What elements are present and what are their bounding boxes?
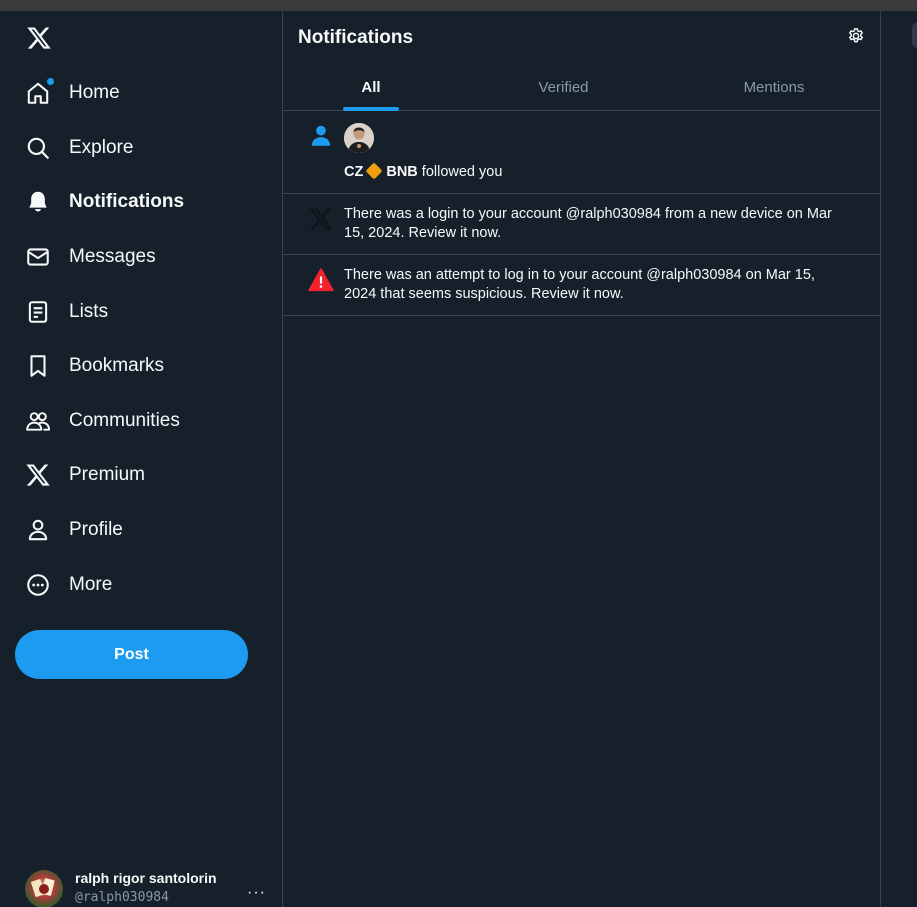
notification-text: There was a login to your account @ralph… — [344, 206, 832, 241]
notifications-column: Notifications All Verified Mentions CZ B… — [283, 11, 881, 907]
sidebar-item-label: Explore — [69, 136, 134, 158]
browser-top-bar — [0, 0, 917, 11]
account-handle: @ralph030984 — [75, 890, 169, 905]
avatar — [25, 870, 63, 907]
more-circle-icon — [25, 572, 51, 598]
home-icon — [25, 78, 54, 106]
notification-follow[interactable]: CZ BNB followed you — [283, 111, 880, 194]
person-icon — [308, 123, 334, 149]
tab-verified[interactable]: Verified — [459, 63, 668, 111]
sidebar-item-label: Messages — [69, 246, 156, 268]
notification-tabs: All Verified Mentions — [283, 63, 880, 111]
sidebar-item-label: Communities — [69, 409, 180, 431]
notification-alert[interactable]: There was an attempt to log in to your a… — [283, 255, 880, 316]
search-icon — [25, 135, 51, 161]
avatar[interactable] — [344, 123, 374, 153]
list-icon — [25, 299, 51, 325]
sidebar-item-label: Profile — [69, 519, 123, 541]
tab-all[interactable]: All — [283, 63, 459, 111]
search-bar-edge — [912, 22, 917, 48]
unread-dot — [47, 78, 54, 86]
sidebar-item-label: Premium — [69, 464, 146, 486]
gear-icon[interactable] — [847, 27, 865, 45]
sidebar-item-label: Lists — [69, 300, 109, 322]
x-logo-icon — [308, 206, 334, 232]
warning-icon — [308, 267, 334, 293]
sidebar-item-notifications[interactable]: Notifications — [0, 175, 282, 230]
x-logo-icon — [25, 462, 51, 488]
account-switcher[interactable]: ralph rigor santolorin @ralph030984 ··· — [25, 868, 275, 907]
sidebar-item-communities[interactable]: Communities — [0, 394, 282, 449]
person-icon — [25, 517, 51, 543]
notifications-header: Notifications All Verified Mentions — [283, 11, 880, 111]
account-name: ralph rigor santolorin — [75, 870, 217, 886]
sidebar: Home Explore Notifications Messages List… — [0, 11, 283, 907]
sidebar-item-label: Bookmarks — [69, 355, 165, 377]
tab-label: Verified — [538, 78, 589, 96]
tab-label: All — [361, 78, 381, 96]
sidebar-item-home[interactable]: Home — [0, 66, 282, 121]
tab-label: Mentions — [743, 78, 805, 96]
notification-action: followed you — [421, 164, 503, 180]
x-logo-icon[interactable] — [26, 25, 52, 51]
sidebar-item-lists[interactable]: Lists — [0, 284, 282, 339]
sidebar-item-label: Home — [69, 82, 120, 104]
sidebar-item-bookmarks[interactable]: Bookmarks — [0, 339, 282, 394]
tab-mentions[interactable]: Mentions — [668, 63, 880, 111]
diamond-icon — [365, 162, 383, 180]
sidebar-item-more[interactable]: More — [0, 557, 282, 612]
follower-name[interactable]: BNB — [386, 164, 417, 180]
people-icon — [25, 408, 51, 434]
bell-icon — [25, 189, 51, 215]
post-button[interactable]: Post — [15, 630, 248, 679]
account-more-button[interactable]: ··· — [247, 884, 266, 902]
notification-login[interactable]: There was a login to your account @ralph… — [283, 194, 880, 255]
sidebar-item-label: More — [69, 573, 113, 595]
page-title: Notifications — [298, 27, 414, 48]
notification-text: There was an attempt to log in to your a… — [344, 267, 815, 302]
notification-text: CZ BNB followed you — [344, 162, 844, 182]
follower-name[interactable]: CZ — [344, 164, 363, 180]
sidebar-item-premium[interactable]: Premium — [0, 448, 282, 503]
sidebar-item-label: Notifications — [69, 191, 185, 213]
bookmark-icon — [25, 353, 51, 379]
sidebar-item-profile[interactable]: Profile — [0, 503, 282, 558]
sidebar-item-explore[interactable]: Explore — [0, 121, 282, 176]
envelope-icon — [25, 244, 51, 270]
sidebar-nav: Home Explore Notifications Messages List… — [0, 66, 282, 612]
sidebar-item-messages[interactable]: Messages — [0, 230, 282, 285]
